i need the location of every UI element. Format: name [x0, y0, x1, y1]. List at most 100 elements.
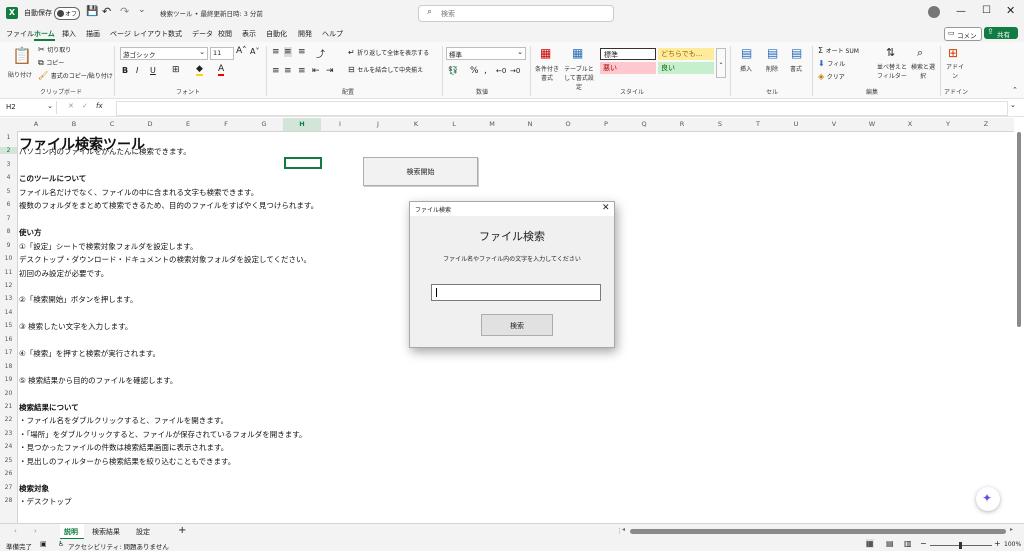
name-box[interactable]: H2 ⌄	[2, 101, 57, 114]
search-box[interactable]: ⌕ 検索	[418, 5, 614, 22]
column-header[interactable]: Q	[625, 120, 663, 128]
save-icon[interactable]: 💾	[86, 6, 98, 17]
row-header[interactable]: 10	[0, 255, 17, 262]
horizontal-scrollbar[interactable]	[630, 529, 1006, 534]
column-header[interactable]: F	[207, 120, 245, 128]
column-header[interactable]: L	[435, 120, 473, 128]
row-header[interactable]: 25	[0, 457, 17, 464]
accessibility-status[interactable]: アクセシビリティ: 問題ありません	[68, 541, 169, 551]
increase-font-icon[interactable]: A˄	[236, 46, 247, 56]
number-format-select[interactable]: 標準 ⌄	[446, 47, 526, 60]
row-header[interactable]: 1	[0, 134, 17, 141]
row-header[interactable]: 21	[0, 403, 17, 410]
font-size-select[interactable]: 11	[210, 47, 234, 60]
row-header[interactable]: 18	[0, 363, 17, 370]
page-break-view-icon[interactable]: ▥	[904, 539, 912, 548]
tab-formulas[interactable]: 数式	[168, 29, 182, 39]
redo-icon[interactable]: ↷	[120, 5, 129, 18]
column-header[interactable]: D	[131, 120, 169, 128]
search-start-button[interactable]: 検索開始	[363, 157, 478, 186]
zoom-slider-thumb[interactable]	[959, 542, 962, 549]
row-header[interactable]: 8	[0, 228, 17, 235]
search-text-input[interactable]	[431, 284, 601, 301]
column-header[interactable]: Z	[967, 120, 1005, 128]
column-header[interactable]: N	[511, 120, 549, 128]
column-header[interactable]: U	[777, 120, 815, 128]
selected-cell-h2[interactable]	[284, 157, 322, 169]
page-layout-view-icon[interactable]: ▤	[886, 539, 894, 548]
indent-decrease-icon[interactable]: ⇤	[312, 66, 320, 76]
row-header[interactable]: 12	[0, 282, 17, 289]
styles-gallery-expand[interactable]: ⌄	[716, 48, 726, 78]
column-header[interactable]: V	[815, 120, 853, 128]
add-sheet-button[interactable]: +	[178, 525, 186, 536]
format-painter-button[interactable]: 🖌 書式のコピー/貼り付け	[38, 71, 113, 80]
column-header[interactable]: C	[93, 120, 131, 128]
row-header[interactable]: 9	[0, 242, 17, 249]
row-header[interactable]: 3	[0, 161, 17, 168]
select-all-button[interactable]	[0, 118, 17, 131]
vertical-scroll-thumb[interactable]	[1017, 132, 1021, 327]
column-header[interactable]: J	[359, 120, 397, 128]
tab-automate[interactable]: 自動化	[266, 29, 287, 39]
tab-page-layout[interactable]: ページ レイアウト	[110, 29, 168, 39]
tab-data[interactable]: データ	[192, 29, 213, 39]
row-header[interactable]: 2	[0, 147, 17, 155]
insert-function-icon[interactable]: fx	[96, 102, 103, 110]
paste-button[interactable]: 📋 貼り付け	[6, 46, 34, 82]
maximize-icon[interactable]: ☐	[982, 5, 991, 16]
merge-center-button[interactable]: ⊟ セルを結合して中央揃え	[348, 65, 423, 74]
tab-developer[interactable]: 開発	[298, 29, 312, 39]
format-as-table-button[interactable]: ▦ テーブルとして書式設定	[562, 46, 596, 91]
copy-button[interactable]: ⧉ コピー	[38, 58, 64, 68]
column-header[interactable]: W	[853, 120, 891, 128]
align-center-icon[interactable]: ≡	[284, 66, 292, 76]
dialog-search-button[interactable]: 検索	[481, 314, 553, 336]
scroll-tabs-left-icon[interactable]: ‹	[14, 527, 17, 535]
row-header[interactable]: 19	[0, 376, 17, 383]
tab-help[interactable]: ヘルプ	[322, 29, 343, 39]
comment-button[interactable]: ▭ コメント	[944, 27, 982, 50]
autosum-button[interactable]: Σ オート SUM	[818, 46, 859, 55]
undo-icon[interactable]: ↶	[102, 5, 111, 18]
border-icon[interactable]: ⊞	[172, 65, 180, 75]
row-header[interactable]: 14	[0, 309, 17, 316]
sheet-tab-results[interactable]: 検索結果	[92, 527, 120, 537]
document-title[interactable]: 検索ツール • 最終更新日時: 3 分前	[160, 8, 263, 18]
underline-icon[interactable]: U	[150, 66, 156, 75]
decrease-font-icon[interactable]: A˅	[250, 47, 259, 56]
close-icon[interactable]: ✕	[1006, 4, 1015, 17]
row-header[interactable]: 7	[0, 215, 17, 222]
share-button[interactable]: ⇪ 共有	[984, 27, 1018, 39]
customize-qat-icon[interactable]: ⌄	[138, 5, 146, 15]
expand-formula-icon[interactable]: ⌄	[1010, 101, 1016, 109]
style-neutral[interactable]: どちらでも...	[658, 48, 714, 60]
row-header[interactable]: 4	[0, 174, 17, 181]
decrease-decimal-icon[interactable]: →0	[510, 67, 520, 75]
column-header[interactable]: B	[55, 120, 93, 128]
percent-icon[interactable]: %	[470, 66, 479, 76]
tab-review[interactable]: 校閲	[218, 29, 232, 39]
row-header[interactable]: 6	[0, 201, 17, 208]
indent-increase-icon[interactable]: ⇥	[326, 66, 334, 76]
enter-entry-icon[interactable]: ✓	[82, 102, 88, 110]
align-middle-icon[interactable]: ≡	[284, 47, 292, 57]
row-header[interactable]: 22	[0, 416, 17, 423]
macro-record-icon[interactable]: ▣	[40, 540, 47, 548]
row-header[interactable]: 26	[0, 470, 17, 477]
vertical-scrollbar[interactable]	[1016, 128, 1022, 508]
column-header[interactable]: R	[663, 120, 701, 128]
italic-icon[interactable]: I	[136, 66, 138, 75]
account-avatar[interactable]	[928, 6, 940, 18]
currency-icon[interactable]: 💱	[448, 66, 458, 75]
align-left-icon[interactable]: ≡	[272, 66, 280, 76]
column-header[interactable]: T	[739, 120, 777, 128]
dialog-close-icon[interactable]: ✕	[602, 203, 610, 213]
increase-decimal-icon[interactable]: ←0	[496, 67, 506, 75]
tab-home[interactable]: ホーム	[34, 29, 55, 41]
column-header[interactable]: P	[587, 120, 625, 128]
cancel-entry-icon[interactable]: ✕	[68, 102, 74, 110]
column-header[interactable]: A	[17, 120, 55, 128]
column-header[interactable]: H	[283, 118, 321, 131]
row-header[interactable]: 15	[0, 322, 17, 329]
